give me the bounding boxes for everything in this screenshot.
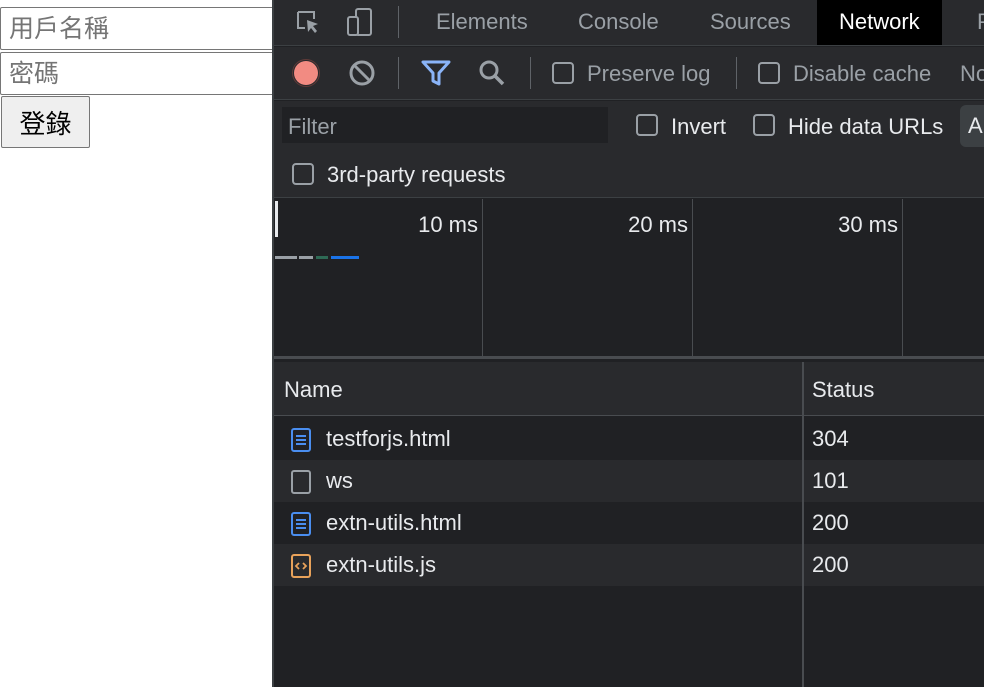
tab-console[interactable]: Console bbox=[578, 0, 659, 45]
request-bar bbox=[316, 256, 328, 259]
websocket-icon bbox=[291, 470, 311, 494]
request-name: extn-utils.js bbox=[326, 552, 437, 577]
third-party-checkbox[interactable] bbox=[292, 163, 314, 185]
record-icon[interactable] bbox=[288, 55, 324, 91]
tick-label: 20 ms bbox=[628, 212, 688, 237]
network-overview-timeline[interactable]: 10 ms 20 ms 30 ms bbox=[274, 199, 984, 359]
throttling-select[interactable]: No bbox=[960, 61, 984, 87]
request-status: 200 bbox=[812, 552, 849, 577]
hide-data-urls-label: Hide data URLs bbox=[788, 114, 944, 139]
table-row[interactable]: ws 101 bbox=[274, 460, 984, 502]
filter-input[interactable] bbox=[282, 107, 608, 143]
gridline bbox=[482, 199, 483, 359]
toolbar-separator bbox=[398, 57, 399, 89]
tab-elements[interactable]: Elements bbox=[436, 0, 528, 45]
request-bar bbox=[331, 256, 359, 259]
toolbar-separator bbox=[736, 57, 737, 89]
search-icon[interactable] bbox=[474, 55, 510, 91]
tick-label: 30 ms bbox=[838, 212, 898, 237]
request-status: 304 bbox=[812, 426, 849, 451]
tab-sources[interactable]: Sources bbox=[710, 0, 791, 45]
login-button[interactable]: 登錄 bbox=[1, 96, 90, 148]
table-row[interactable]: testforjs.html 304 bbox=[274, 418, 984, 460]
tick-label: 10 ms bbox=[418, 212, 478, 237]
filter-icon[interactable] bbox=[418, 55, 454, 91]
document-icon bbox=[291, 512, 311, 536]
request-status: 101 bbox=[812, 468, 849, 493]
preserve-log-checkbox[interactable] bbox=[552, 62, 574, 84]
password-input[interactable] bbox=[0, 52, 274, 95]
type-filter-all-button[interactable]: All bbox=[960, 105, 984, 147]
inspect-element-icon[interactable] bbox=[290, 4, 326, 40]
invert-checkbox[interactable] bbox=[636, 114, 658, 136]
third-party-label: 3rd-party requests bbox=[327, 162, 506, 187]
device-toolbar-icon[interactable] bbox=[342, 4, 378, 40]
request-name: testforjs.html bbox=[326, 426, 451, 451]
table-row[interactable]: extn-utils.html 200 bbox=[274, 502, 984, 544]
table-header: Name Status bbox=[274, 362, 984, 416]
gridline bbox=[692, 199, 693, 359]
toolbar-separator bbox=[530, 57, 531, 89]
tab-network[interactable]: Network bbox=[817, 0, 942, 45]
invert-label: Invert bbox=[671, 114, 727, 139]
gridline bbox=[902, 199, 903, 359]
column-divider[interactable] bbox=[802, 362, 804, 687]
devtools-tab-bar: Elements Console Sources Network P bbox=[274, 0, 984, 46]
request-name: extn-utils.html bbox=[326, 510, 462, 535]
table-row[interactable]: extn-utils.js 200 bbox=[274, 544, 984, 586]
disable-cache-checkbox[interactable] bbox=[758, 62, 780, 84]
script-icon bbox=[291, 554, 311, 578]
tab-separator bbox=[398, 6, 399, 38]
document-icon bbox=[291, 428, 311, 452]
column-header-status[interactable]: Status bbox=[812, 362, 874, 416]
overview-handle[interactable] bbox=[275, 201, 278, 237]
network-filter-bar: Invert Hide data URLs All 3rd-party requ… bbox=[274, 101, 984, 198]
request-bar bbox=[299, 256, 313, 259]
clear-icon[interactable] bbox=[344, 55, 380, 91]
login-page: 登錄 bbox=[0, 0, 274, 687]
request-name: ws bbox=[326, 468, 353, 493]
request-status: 200 bbox=[812, 510, 849, 535]
tab-performance[interactable]: P bbox=[977, 0, 984, 45]
username-input[interactable] bbox=[0, 7, 274, 50]
hide-data-urls-checkbox[interactable] bbox=[753, 114, 775, 136]
network-request-table: Name Status testforjs.html 304 ws 101 ex… bbox=[274, 362, 984, 687]
request-bar bbox=[275, 256, 297, 259]
devtools-panel: Elements Console Sources Network P Prese… bbox=[272, 0, 984, 687]
column-header-name[interactable]: Name bbox=[284, 362, 343, 416]
preserve-log-label: Preserve log bbox=[587, 61, 711, 86]
network-toolbar: Preserve log Disable cache No bbox=[274, 47, 984, 100]
disable-cache-label: Disable cache bbox=[793, 61, 932, 86]
